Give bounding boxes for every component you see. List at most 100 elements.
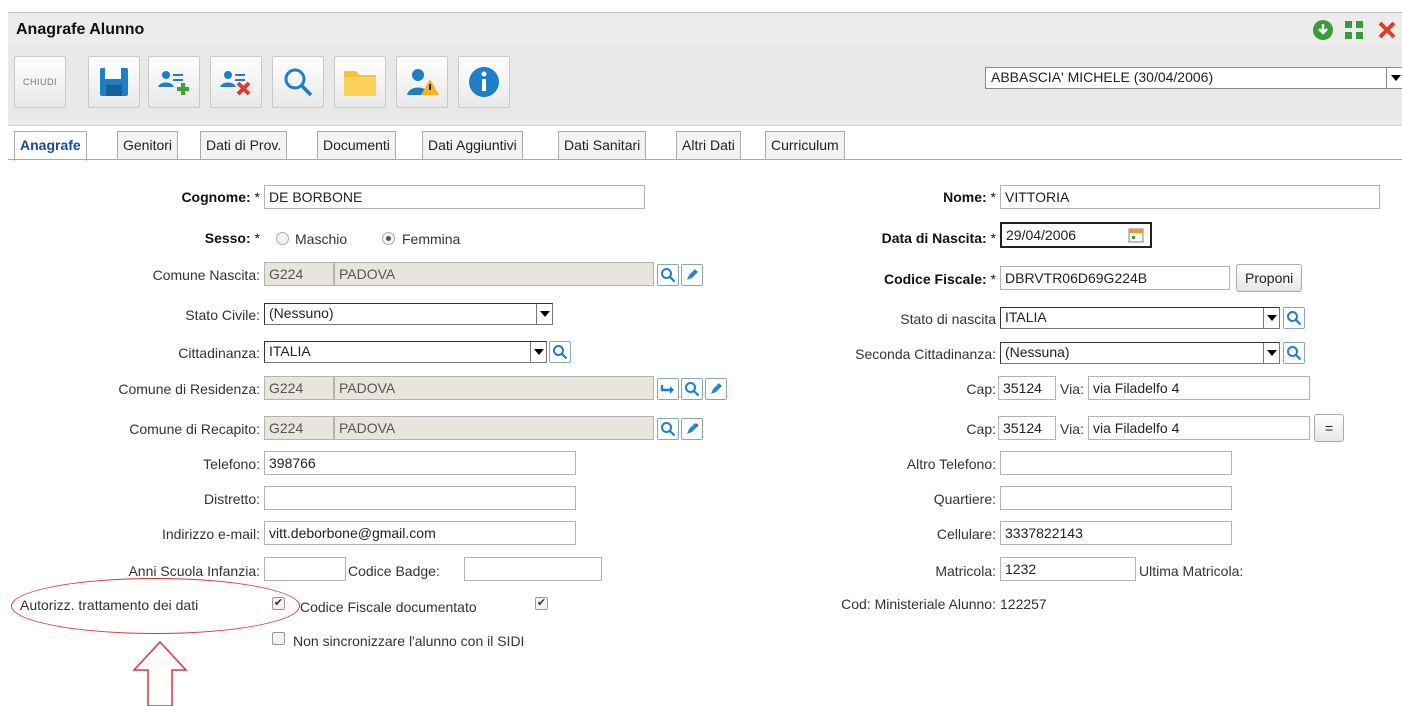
tab-dati-aggiuntivi[interactable]: Dati Aggiuntivi <box>422 131 523 159</box>
folder-button[interactable] <box>334 56 386 108</box>
toolbar: CHIUDI ABBASCIA' MICHELE (30/04/2006) <box>8 46 1402 126</box>
edit-comune-nascita-button[interactable] <box>681 264 703 286</box>
nome-field[interactable]: VITTORIA <box>1000 185 1380 209</box>
tab-dati-sanitari[interactable]: Dati Sanitari <box>558 131 647 159</box>
codice-badge-label: Codice Badge: <box>348 563 440 579</box>
matricola-label: Matricola: <box>935 563 996 579</box>
info-icon <box>469 67 499 97</box>
tab-dati-prov[interactable]: Dati di Prov. <box>200 131 288 159</box>
cap-recapito-label: Cap: <box>966 421 996 437</box>
cittadinanza-label: Cittadinanza: <box>178 345 260 361</box>
add-student-button[interactable] <box>148 56 200 108</box>
tab-genitori[interactable]: Genitori <box>117 131 179 159</box>
search-cittadinanza-button[interactable] <box>549 341 571 363</box>
search-stato-nascita-button[interactable] <box>1283 307 1305 329</box>
via-recapito-label: Via: <box>1060 421 1084 437</box>
cap-residenza-label: Cap: <box>966 381 996 397</box>
via-residenza-field[interactable]: via Filadelfo 4 <box>1088 376 1310 400</box>
window-titlebar: Anagrafe Alunno <box>8 12 1402 46</box>
search-comune-recapito-button[interactable] <box>657 418 679 440</box>
tab-altri-dati[interactable]: Altri Dati <box>676 131 741 159</box>
info-button[interactable] <box>458 56 510 108</box>
stato-civile-label: Stato Civile: <box>185 307 260 323</box>
telefono-label: Telefono: <box>203 456 260 472</box>
annotation-up-arrow-icon <box>132 640 188 706</box>
radio-femmina[interactable] <box>382 232 395 245</box>
data-nascita-field[interactable]: 29/04/2006 <box>1000 222 1152 248</box>
search-seconda-cittadinanza-button[interactable] <box>1283 342 1305 364</box>
data-nascita-label: Data di Nascita: * <box>881 230 996 246</box>
calendar-icon[interactable] <box>1128 227 1144 246</box>
cittadinanza-select[interactable]: ITALIA <box>264 341 547 363</box>
search-icon <box>553 345 568 360</box>
stato-nascita-value: ITALIA <box>1005 309 1047 325</box>
matricola-field[interactable]: 1232 <box>1000 557 1136 581</box>
add-user-icon <box>158 71 189 95</box>
close-icon[interactable] <box>1376 19 1398 41</box>
edit-comune-residenza-button[interactable] <box>705 378 727 400</box>
cf-documentato-label: Codice Fiscale documentato <box>300 599 477 615</box>
comune-residenza-code: G224 <box>264 376 334 400</box>
download-circle-icon[interactable] <box>1312 19 1334 41</box>
distretto-label: Distretto: <box>203 491 260 507</box>
student-select[interactable]: ABBASCIA' MICHELE (30/04/2006) <box>985 67 1402 89</box>
codice-fiscale-field[interactable]: DBRVTR06D69G224B <box>1000 266 1230 290</box>
search-button[interactable] <box>272 56 324 108</box>
seconda-cittadinanza-select[interactable]: (Nessuna) <box>1000 342 1280 364</box>
cap-residenza-field[interactable]: 35124 <box>998 376 1056 400</box>
stato-nascita-select[interactable]: ITALIA <box>1000 307 1280 329</box>
user-warning-icon <box>407 69 439 95</box>
chevron-down-icon <box>1263 308 1279 328</box>
maximize-icon[interactable] <box>1343 19 1365 41</box>
search-comune-nascita-button[interactable] <box>657 264 679 286</box>
delete-student-button[interactable] <box>210 56 262 108</box>
cf-documentato-checkbox[interactable]: ✔ <box>535 597 548 610</box>
seconda-cittadinanza-label: Seconda Cittadinanza: <box>855 346 996 362</box>
codice-badge-field[interactable] <box>464 557 602 581</box>
cellulare-field[interactable]: 3337822143 <box>1000 521 1232 545</box>
user-warning-button[interactable] <box>396 56 448 108</box>
copy-residenza-button[interactable] <box>657 378 679 400</box>
search-icon <box>1287 346 1302 361</box>
altro-telefono-label: Altro Telefono: <box>906 456 996 472</box>
annotation-ellipse <box>11 578 300 634</box>
distretto-field[interactable] <box>264 486 576 510</box>
sesso-label: Sesso: * <box>204 230 260 246</box>
telefono-field[interactable]: 398766 <box>264 451 576 475</box>
save-button[interactable] <box>88 56 140 108</box>
via-recapito-field[interactable]: via Filadelfo 4 <box>1088 416 1310 440</box>
chevron-down-icon <box>1263 343 1279 363</box>
proponi-button[interactable]: Proponi <box>1236 264 1303 292</box>
anni-infanzia-field[interactable] <box>264 557 346 581</box>
tab-documenti[interactable]: Documenti <box>317 131 396 159</box>
ultima-matricola-label: Ultima Matricola: <box>1139 563 1244 579</box>
tab-anagrafe[interactable]: Anagrafe <box>14 131 87 161</box>
search-comune-residenza-button[interactable] <box>681 378 703 400</box>
cap-recapito-field[interactable]: 35124 <box>998 416 1056 440</box>
cittadinanza-value: ITALIA <box>269 343 311 359</box>
anni-infanzia-label: Anni Scuola Infanzia: <box>128 563 260 579</box>
search-icon <box>685 382 700 397</box>
pencil-icon <box>711 383 722 394</box>
tab-curriculum[interactable]: Curriculum <box>765 131 845 159</box>
comune-nascita-code: G224 <box>264 262 334 286</box>
cod-ministeriale-value: 122257 <box>1000 596 1047 612</box>
quartiere-field[interactable] <box>1000 486 1232 510</box>
non-sincronizzare-checkbox[interactable] <box>272 632 285 645</box>
copy-address-button[interactable]: = <box>1314 414 1344 442</box>
maschio-label: Maschio <box>295 231 348 247</box>
close-button[interactable]: CHIUDI <box>14 56 66 108</box>
comune-nascita-name: PADOVA <box>334 262 654 286</box>
radio-maschio[interactable] <box>276 232 289 245</box>
femmina-label: Femmina <box>402 231 461 247</box>
pencil-icon <box>687 269 698 280</box>
comune-recapito-name: PADOVA <box>334 416 654 440</box>
stato-civile-select[interactable]: (Nessuno) <box>264 303 553 325</box>
cognome-field[interactable]: DE BORBONE <box>264 185 645 209</box>
quartiere-label: Quartiere: <box>933 491 996 507</box>
altro-telefono-field[interactable] <box>1000 451 1232 475</box>
window-controls <box>1292 19 1402 41</box>
email-field[interactable]: vitt.deborbone@gmail.com <box>264 521 576 545</box>
edit-comune-recapito-button[interactable] <box>681 418 703 440</box>
data-nascita-value: 29/04/2006 <box>1006 227 1077 243</box>
